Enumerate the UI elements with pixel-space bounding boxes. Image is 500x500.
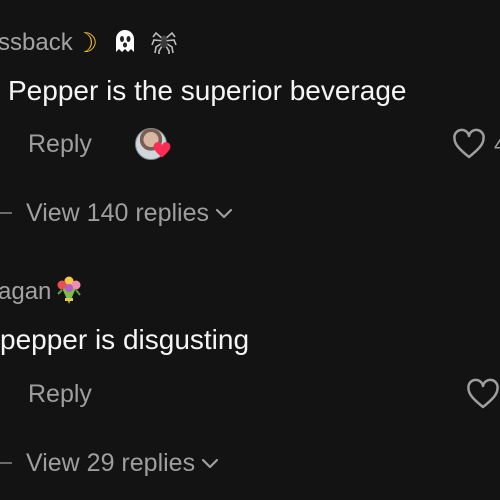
like-count: 4 bbox=[494, 132, 500, 158]
thread-divider bbox=[0, 212, 12, 214]
bouquet-icon bbox=[54, 274, 84, 311]
comment-actions: Reply bbox=[28, 126, 92, 162]
heart-outline-icon[interactable] bbox=[452, 128, 486, 160]
comment-item: agan pepper is disgusting Reply View 29 … bbox=[0, 250, 500, 500]
comment-username[interactable]: agan bbox=[0, 278, 51, 306]
view-replies-button[interactable]: View 140 replies bbox=[0, 196, 233, 230]
comment-username[interactable]: ssback bbox=[0, 29, 73, 57]
heart-outline-icon[interactable] bbox=[466, 378, 500, 410]
comment-header: ssback ☽ bbox=[0, 23, 178, 63]
chevron-down-icon bbox=[215, 208, 233, 219]
thread-divider bbox=[0, 462, 12, 464]
view-replies-button[interactable]: View 29 replies bbox=[0, 446, 219, 480]
view-replies-label: View 29 replies bbox=[26, 448, 196, 477]
reply-button[interactable]: Reply bbox=[28, 130, 92, 159]
liked-by-creator-badge bbox=[135, 128, 171, 160]
comment-text: pepper is disgusting bbox=[0, 324, 250, 355]
view-replies-label: View 140 replies bbox=[26, 198, 209, 227]
comment-text: Pepper is the superior beverage bbox=[8, 75, 407, 106]
comment-item: ssback ☽ Pepper is the superior beverage… bbox=[0, 0, 500, 250]
reply-button[interactable]: Reply bbox=[28, 380, 92, 409]
chevron-down-icon bbox=[201, 458, 219, 469]
heart-badge-icon bbox=[153, 142, 171, 158]
ghost-icon bbox=[112, 28, 138, 59]
comment-actions: Reply bbox=[28, 376, 92, 412]
spider-icon bbox=[150, 27, 178, 60]
crescent-moon-icon: ☽ bbox=[73, 27, 98, 58]
comment-header: agan bbox=[0, 272, 84, 312]
